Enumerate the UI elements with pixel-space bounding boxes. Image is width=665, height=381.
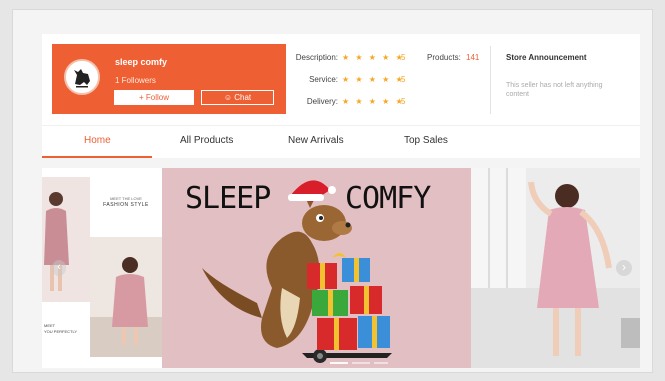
carousel-dots[interactable] <box>330 361 390 365</box>
chevron-right-icon[interactable]: › <box>616 260 632 276</box>
tab-new-arrivals[interactable]: New Arrivals <box>288 135 344 146</box>
rating-label-service: Service: <box>309 75 338 84</box>
follow-button[interactable]: + Follow <box>114 90 194 105</box>
rating-score-service: 5 <box>401 75 406 84</box>
banner-model-photo-2 <box>90 237 162 357</box>
banner-headline-left: SLEEP <box>185 181 271 216</box>
rating-label-delivery: Delivery: <box>306 97 338 106</box>
kangaroo-logo-icon[interactable] <box>64 59 100 95</box>
products-count[interactable]: 141 <box>466 53 479 62</box>
meet-text-card <box>42 310 90 368</box>
rating-score-description: 5 <box>401 53 406 62</box>
rating-label-description: Description: <box>295 53 338 62</box>
banner-headline-right: COMFY <box>345 181 431 216</box>
banner-model-photo-3 <box>471 168 640 368</box>
chat-bubble-icon: ☺ <box>223 93 233 102</box>
tab-home[interactable]: Home <box>84 135 111 146</box>
nav-divider <box>42 125 640 126</box>
rating-stars-service: ★ ★ ★ ★ ★ <box>342 75 405 84</box>
products-label: Products: <box>427 53 461 62</box>
meet-text: MEET YOU PERFECTLY <box>44 323 78 334</box>
chevron-left-icon[interactable]: ‹ <box>52 260 66 276</box>
fashion-style-title: FASHION STYLE <box>103 202 149 208</box>
announcement-text: This seller has not left anything conten… <box>506 82 603 98</box>
chat-label: Chat <box>234 93 252 102</box>
followers-count: 1 Followers <box>115 76 156 85</box>
tab-top-sales[interactable]: Top Sales <box>404 135 448 146</box>
tab-all-products[interactable]: All Products <box>180 135 233 146</box>
announcement-title: Store Announcement <box>506 53 587 62</box>
shop-name[interactable]: sleep comfy <box>115 57 167 67</box>
banner-model-photo <box>42 177 90 302</box>
active-tab-indicator <box>42 156 152 158</box>
fashion-subtitle: MEET THE LOVE <box>110 196 142 201</box>
rating-stars-delivery: ★ ★ ★ ★ ★ <box>342 97 405 106</box>
chat-button[interactable]: ☺ Chat <box>201 90 274 105</box>
rating-score-delivery: 5 <box>401 97 406 106</box>
rating-stars-description: ★ ★ ★ ★ ★ <box>342 53 405 62</box>
header-divider <box>490 46 491 114</box>
